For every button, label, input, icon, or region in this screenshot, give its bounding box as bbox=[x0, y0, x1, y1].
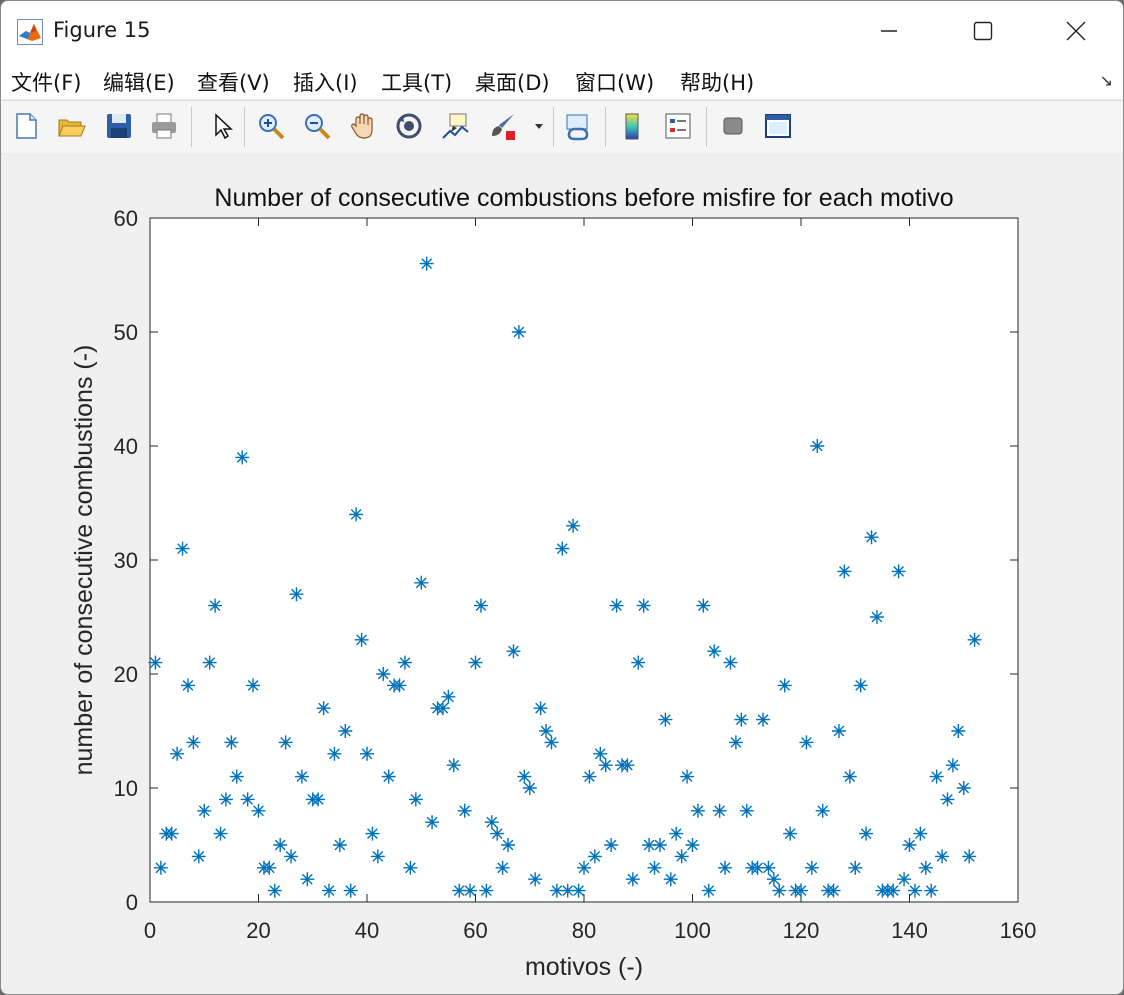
toolbar-separator bbox=[191, 107, 192, 147]
scatter-plot[interactable]: Number of consecutive combustions before… bbox=[2, 153, 1122, 993]
toolbar-separator bbox=[706, 107, 707, 147]
close-button[interactable] bbox=[1048, 9, 1104, 53]
y-tick-label: 40 bbox=[114, 434, 138, 459]
toolbar-separator bbox=[605, 107, 606, 147]
figure-canvas: Number of consecutive combustions before… bbox=[2, 153, 1122, 993]
toolbar-separator bbox=[553, 107, 554, 147]
y-tick-label: 20 bbox=[114, 662, 138, 687]
open-file-icon[interactable] bbox=[53, 108, 89, 144]
y-axis-label: number of consecutive combustions (-) bbox=[70, 345, 98, 776]
data-cursor-icon[interactable] bbox=[437, 108, 473, 144]
menu-file[interactable]: 文件(F) bbox=[11, 67, 81, 97]
close-icon bbox=[1066, 21, 1086, 41]
y-tick-label: 60 bbox=[114, 206, 138, 231]
window-title: Figure 15 bbox=[53, 18, 151, 42]
x-tick-label: 60 bbox=[463, 918, 487, 943]
legend-icon[interactable] bbox=[660, 108, 696, 144]
colorbar-icon[interactable] bbox=[614, 108, 650, 144]
menu-desktop[interactable]: 桌面(D) bbox=[475, 67, 550, 97]
data-point-marker bbox=[956, 781, 971, 795]
data-point-marker bbox=[235, 450, 250, 465]
rotate-3d-icon[interactable] bbox=[391, 108, 427, 144]
chart-title: Number of consecutive combustions before… bbox=[214, 184, 953, 212]
title-bar[interactable]: Figure 15 bbox=[1, 1, 1123, 63]
link-plot-icon[interactable] bbox=[560, 108, 596, 144]
new-figure-icon[interactable] bbox=[8, 108, 44, 144]
pointer-icon[interactable] bbox=[203, 108, 239, 144]
data-point-marker bbox=[902, 838, 917, 852]
menu-tools[interactable]: 工具(T) bbox=[381, 67, 452, 97]
data-point-marker bbox=[685, 838, 700, 852]
x-tick-label: 40 bbox=[355, 918, 379, 943]
minimize-icon bbox=[881, 30, 897, 32]
figure-window: Figure 15 文件(F) 编辑(E) 查看(V) 插入(I) 工具(T) … bbox=[0, 0, 1124, 995]
x-tick-label: 20 bbox=[246, 918, 270, 943]
menu-insert[interactable]: 插入(I) bbox=[293, 67, 358, 97]
y-tick-label: 10 bbox=[114, 776, 138, 801]
data-point-marker bbox=[376, 667, 391, 681]
x-tick-label: 80 bbox=[572, 918, 596, 943]
zoom-in-icon[interactable] bbox=[253, 108, 289, 144]
show-plot-tools-icon[interactable] bbox=[760, 108, 796, 144]
matlab-logo-icon bbox=[17, 19, 43, 45]
y-tick-label: 50 bbox=[114, 320, 138, 345]
menu-edit[interactable]: 编辑(E) bbox=[103, 67, 175, 97]
menubar-dock-icon[interactable]: ↘ bbox=[1100, 71, 1113, 90]
pan-hand-icon[interactable] bbox=[345, 108, 381, 144]
data-point-marker bbox=[273, 838, 288, 852]
data-point-marker bbox=[522, 781, 537, 795]
save-icon[interactable] bbox=[101, 108, 137, 144]
figure-toolbar bbox=[1, 100, 1123, 154]
data-point-marker bbox=[419, 256, 434, 271]
data-point-marker bbox=[338, 724, 353, 738]
menu-help[interactable]: 帮助(H) bbox=[680, 67, 754, 97]
y-tick-label: 30 bbox=[114, 548, 138, 573]
minimize-button[interactable] bbox=[861, 9, 917, 53]
zoom-out-icon[interactable] bbox=[299, 108, 335, 144]
menu-window[interactable]: 窗口(W) bbox=[575, 67, 654, 97]
toolbar-separator bbox=[244, 107, 245, 147]
menu-bar: 文件(F) 编辑(E) 查看(V) 插入(I) 工具(T) 桌面(D) 窗口(W… bbox=[1, 63, 1123, 99]
x-tick-label: 140 bbox=[891, 918, 928, 943]
hide-plot-tools-icon[interactable] bbox=[715, 108, 751, 144]
brush-dropdown-icon[interactable] bbox=[529, 108, 549, 144]
x-tick-label: 120 bbox=[783, 918, 820, 943]
print-icon[interactable] bbox=[146, 108, 182, 144]
menu-view[interactable]: 查看(V) bbox=[197, 67, 270, 97]
x-tick-label: 100 bbox=[674, 918, 711, 943]
maximize-icon bbox=[973, 21, 993, 41]
data-point-marker bbox=[501, 838, 516, 852]
x-axis-label: motivos (-) bbox=[525, 953, 643, 981]
x-tick-label: 160 bbox=[1000, 918, 1037, 943]
data-point-marker bbox=[332, 838, 347, 852]
y-tick-label: 0 bbox=[126, 890, 138, 915]
maximize-button[interactable] bbox=[955, 9, 1011, 53]
data-point-marker bbox=[604, 838, 619, 852]
axes-background bbox=[149, 217, 1019, 903]
x-tick-label: 0 bbox=[144, 918, 156, 943]
brush-icon[interactable] bbox=[485, 108, 521, 144]
